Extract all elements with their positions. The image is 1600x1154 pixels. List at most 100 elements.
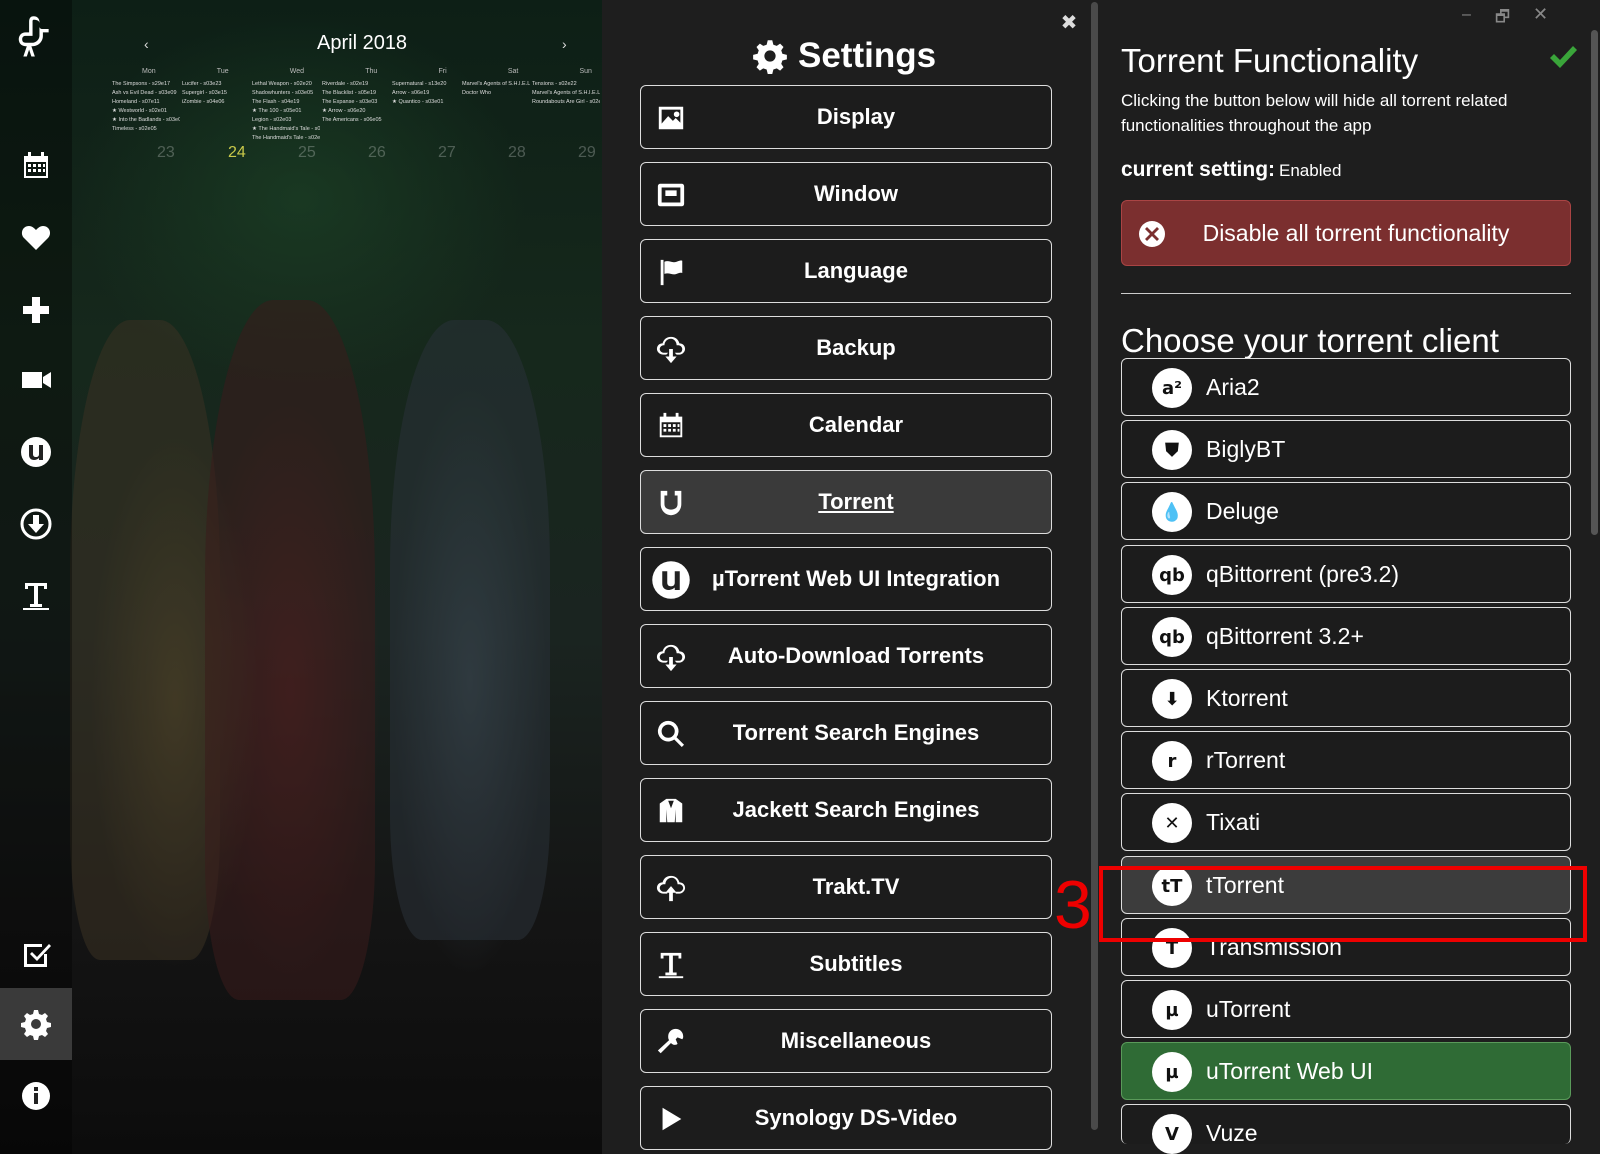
calendar-episode-entry[interactable]: Ash vs Evil Dead - s03e09 xyxy=(112,89,180,98)
menu-calendar[interactable]: Calendar xyxy=(640,393,1052,457)
calendar-episode-entry[interactable]: ★ Quantico - s03e01 xyxy=(392,98,460,107)
client-option-utorrent[interactable]: µ uTorrent xyxy=(1121,980,1571,1038)
menu-backup[interactable]: Backup xyxy=(640,316,1052,380)
calendar-episode-entry[interactable]: Marvel's Agents of S.H.I.E.L.D. - s05e18 xyxy=(462,80,530,89)
calendar-episode-entry[interactable]: ★ Westworld - s02e01 xyxy=(112,107,180,116)
calendar-episode-entry[interactable]: Shadowhunters - s03e05 xyxy=(252,89,320,98)
info-icon[interactable] xyxy=(0,1060,72,1132)
calendar-episode-entry[interactable]: Supernatural - s13e20 xyxy=(392,80,460,89)
calendar-episode-entry[interactable]: The Handmaid's Tale - s02e02 xyxy=(252,134,320,143)
menu-utorrent-webui[interactable]: µTorrent Web UI Integration xyxy=(640,547,1052,611)
plus-icon[interactable] xyxy=(0,274,72,346)
utorrent-icon[interactable] xyxy=(0,416,72,488)
client-option-qbittorrent-pre3-2[interactable]: qb qBittorrent (pre3.2) xyxy=(1121,545,1571,603)
calendar-day-column: Marvel's Agents of S.H.I.E.L.D. - s05e18… xyxy=(462,80,530,98)
torrent-detail-panel: – 🗗 ✕ Torrent Functionality Clicking the… xyxy=(1099,0,1600,1154)
menu-synology[interactable]: Synology DS-Video xyxy=(640,1086,1052,1150)
client-label: qBittorrent (pre3.2) xyxy=(1206,561,1400,587)
detail-scrollbar[interactable] xyxy=(1589,0,1600,1154)
minimize-button[interactable]: – xyxy=(1462,6,1471,24)
close-settings-button[interactable]: ✖ xyxy=(1060,13,1078,33)
calendar-episode-entry[interactable]: Roundabouts Are Girl - s02e05 xyxy=(532,98,600,107)
checkbox-icon[interactable] xyxy=(0,918,72,990)
menu-jackett[interactable]: Jackett Search Engines xyxy=(640,778,1052,842)
client-option-ktorrent[interactable]: ⬇ Ktorrent xyxy=(1121,669,1571,727)
settings-scrollbar[interactable] xyxy=(1089,0,1099,1154)
client-option-tixati[interactable]: ✕ Tixati xyxy=(1121,793,1571,851)
calendar-episode-entry[interactable]: The Expanse - s03e03 xyxy=(322,98,390,107)
calendar-episode-entry[interactable]: Tensions - s02e22 xyxy=(532,80,600,89)
menu-language[interactable]: Language xyxy=(640,239,1052,303)
detail-title: Torrent Functionality xyxy=(1121,42,1419,79)
client-option-vuze[interactable]: V Vuze xyxy=(1121,1104,1571,1154)
close-window-button[interactable]: ✕ xyxy=(1533,4,1548,25)
calendar-episode-entry[interactable]: Lucifer - s03e23 xyxy=(182,80,250,89)
client-option-rtorrent[interactable]: r rTorrent xyxy=(1121,731,1571,789)
menu-trakt[interactable]: Trakt.TV xyxy=(640,855,1052,919)
client-option-aria2[interactable]: a² Aria2 xyxy=(1121,358,1571,416)
calendar-episode-entry[interactable]: Legion - s02e03 xyxy=(252,116,320,125)
calendar-month-title[interactable]: April 2018 xyxy=(317,32,407,55)
client-option-utorrent-web-ui[interactable]: µ uTorrent Web UI xyxy=(1121,1042,1571,1100)
calendar-episode-entry[interactable]: Timeless - s02e05 xyxy=(112,125,180,134)
weekday-label: Wed xyxy=(289,68,305,75)
menu-torrent[interactable]: Torrent xyxy=(640,470,1052,534)
client-label: Aria2 xyxy=(1206,374,1260,400)
client-option-deluge[interactable]: 💧 Deluge xyxy=(1121,482,1571,540)
weekday-label: Fri xyxy=(438,68,447,75)
calendar-episode-entry[interactable]: iZombie - s04e06 xyxy=(182,98,250,107)
calendar-episode-entry[interactable]: Marvel's Agents of S.H.I.E.L.D. xyxy=(532,89,600,98)
cloud-upload-icon xyxy=(655,872,687,904)
calendar-episode-entry[interactable]: ★ The Handmaid's Tale - s02e01 xyxy=(252,125,320,134)
calendar-episode-entry[interactable]: Supergirl - s03e15 xyxy=(182,89,250,98)
day-number[interactable]: 27 xyxy=(438,144,456,162)
calendar-episode-entry[interactable]: Arrow - s06e19 xyxy=(392,89,460,98)
day-number[interactable]: 26 xyxy=(368,144,386,162)
gear-icon[interactable] xyxy=(0,988,72,1060)
client-label: Tixati xyxy=(1206,809,1261,835)
menu-subtitles[interactable]: Subtitles xyxy=(640,932,1052,996)
maximize-button[interactable]: 🗗 xyxy=(1495,6,1510,33)
disable-torrent-button[interactable]: Disable all torrent functionality xyxy=(1121,200,1571,266)
video-camera-icon[interactable] xyxy=(0,344,72,416)
wrench-icon xyxy=(655,1026,687,1058)
menu-auto-download[interactable]: Auto-Download Torrents xyxy=(640,624,1052,688)
day-number[interactable]: 29 xyxy=(578,144,596,162)
calendar-episode-entry[interactable]: ★ Arrow - s06e20 xyxy=(322,107,390,116)
calendar-episode-entry[interactable]: The Blacklist - s05e19 xyxy=(322,89,390,98)
menu-miscellaneous[interactable]: Miscellaneous xyxy=(640,1009,1052,1073)
day-number-today[interactable]: 24 xyxy=(228,144,246,162)
calendar-episode-entry[interactable]: Doctor Who xyxy=(462,89,530,98)
current-setting-value: Enabled xyxy=(1279,161,1342,180)
menu-torrent-search[interactable]: Torrent Search Engines xyxy=(640,701,1052,765)
calendar-episode-entry[interactable]: The Simpsons - s29e17 xyxy=(112,80,180,89)
calendar-episode-entry[interactable]: ★ Into the Badlands - s03e01 xyxy=(112,116,180,125)
client-option-qbittorrent-3-2[interactable]: qb qBittorrent 3.2+ xyxy=(1121,607,1571,665)
client-option-biglybt[interactable]: ⛊ BiglyBT xyxy=(1121,420,1571,478)
menu-display[interactable]: Display xyxy=(640,85,1052,149)
calendar-next-button[interactable]: › xyxy=(562,36,567,52)
calendar-icon[interactable] xyxy=(0,130,72,202)
day-number[interactable]: 23 xyxy=(157,144,175,162)
client-label: Ktorrent xyxy=(1206,685,1288,711)
day-number[interactable]: 28 xyxy=(508,144,526,162)
calendar-episode-entry[interactable]: Homeland - s07e11 xyxy=(112,98,180,107)
calendar-episode-entry[interactable]: The Flash - s04e19 xyxy=(252,98,320,107)
scrollbar-thumb[interactable] xyxy=(1091,2,1098,1130)
calendar-episode-entry[interactable]: Lethal Weapon - s02e20 xyxy=(252,80,320,89)
calendar-prev-button[interactable]: ‹ xyxy=(144,36,149,52)
heart-icon[interactable] xyxy=(0,202,72,274)
settings-panel: Settings ✖ Display Window Language Backu… xyxy=(602,0,1092,1154)
subtitles-icon[interactable] xyxy=(0,560,72,632)
scrollbar-thumb[interactable] xyxy=(1591,30,1598,535)
menu-window[interactable]: Window xyxy=(640,162,1052,226)
gear-icon xyxy=(753,40,787,74)
duck-logo-icon[interactable] xyxy=(0,2,72,72)
calendar-episode-entry[interactable]: Riverdale - s02e19 xyxy=(322,80,390,89)
calendar-episode-entry[interactable]: The Americans - s06e05 xyxy=(322,116,390,125)
day-number[interactable]: 25 xyxy=(298,144,316,162)
calendar-episode-entry[interactable]: ★ The 100 - s05e01 xyxy=(252,107,320,116)
download-icon[interactable] xyxy=(0,488,72,560)
calendar-day-column: Riverdale - s02e19 The Blacklist - s05e19… xyxy=(322,80,390,125)
calendar-day-column: Lethal Weapon - s02e20 Shadowhunters - s0… xyxy=(252,80,320,143)
